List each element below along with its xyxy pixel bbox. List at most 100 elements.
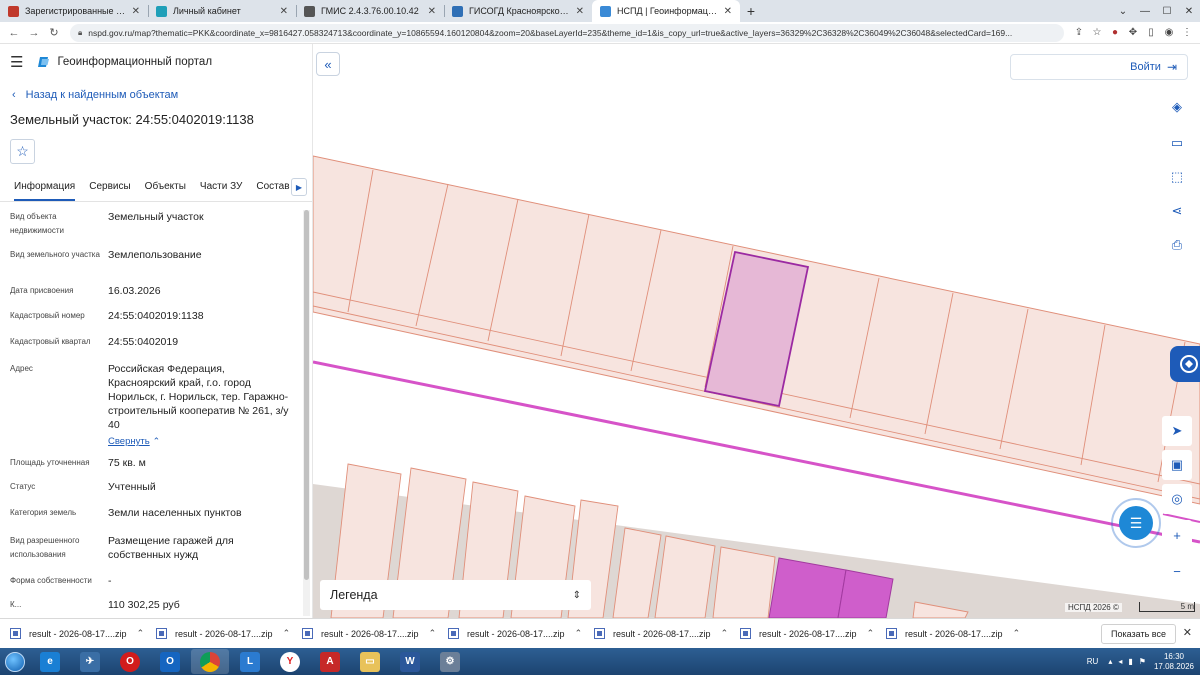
tab-favicon-icon <box>156 5 167 17</box>
zip-file-icon <box>448 628 459 639</box>
download-item[interactable]: result - 2026-08-17....zip ⌃ <box>584 619 730 649</box>
url-text: nspd.gov.ru/map?thematic=PKK&coordinate_… <box>88 27 1013 38</box>
taskbar-chrome-icon[interactable] <box>191 649 229 674</box>
language-indicator[interactable]: RU <box>1087 657 1099 666</box>
chat-button[interactable]: ☰ <box>1119 506 1153 540</box>
flag-icon[interactable]: ⚑ <box>1139 657 1146 666</box>
map-view[interactable]: « Войти ⇥ ◈ ▭ ⬚ ⋖ ⎙ ➤ ▣ ◎ + − ☰ Легенда … <box>313 44 1200 618</box>
taskbar-app-icon[interactable]: ✈ <box>71 649 109 674</box>
zoom-in-button[interactable]: + <box>1162 520 1192 550</box>
download-item[interactable]: result - 2026-08-17....zip ⌃ <box>0 619 146 649</box>
taskbar-ie-icon[interactable]: e <box>31 649 69 674</box>
tray-arrow-icon[interactable]: ▴ <box>1108 657 1112 666</box>
panel-tab[interactable]: Объекты <box>145 176 186 201</box>
taskbar-word-icon[interactable]: W <box>391 649 429 674</box>
select-area-icon[interactable]: ⬚ <box>1162 162 1192 192</box>
puzzle-icon[interactable]: ✥ <box>1124 27 1142 38</box>
chevron-up-icon[interactable]: ⌃ <box>137 628 145 639</box>
browser-tab[interactable]: Личный кабинет ✕ <box>148 0 296 22</box>
taskbar-yandex-icon[interactable]: Y <box>271 649 309 674</box>
browser-tab[interactable]: Зарегистрированные сегодня ✕ <box>0 0 148 22</box>
share-icon[interactable]: ⇪ <box>1070 27 1088 38</box>
panel-tab[interactable]: Состав <box>256 176 289 201</box>
tab-search-icon[interactable]: ⌄ <box>1112 6 1134 17</box>
layers-icon[interactable]: ◈ <box>1162 92 1192 122</box>
taskbar-tool-icon[interactable]: ⚙ <box>431 649 469 674</box>
tab-close-icon[interactable]: ✕ <box>280 6 288 17</box>
taskbar-outlook-icon[interactable]: O <box>151 649 189 674</box>
tab-close-icon[interactable]: ✕ <box>132 6 140 17</box>
browser-tab[interactable]: НСПД | Геоинформационный п ✕ <box>592 0 740 22</box>
tab-favicon-icon <box>600 5 611 17</box>
menu-dots-icon[interactable]: ⋮ <box>1178 27 1196 38</box>
share-link-icon[interactable]: ⋖ <box>1162 196 1192 226</box>
legend-dropdown[interactable]: Легенда ⇕ <box>320 580 591 610</box>
clock[interactable]: 16:30 17.08.2026 <box>1154 652 1194 672</box>
property-value: Земельный участок <box>108 211 204 223</box>
property-key: Вид земельного участка <box>10 250 100 259</box>
close-window-button[interactable]: ✕ <box>1178 6 1200 17</box>
network-icon[interactable]: ▮ <box>1128 657 1132 666</box>
assistant-tab[interactable] <box>1170 346 1200 382</box>
bookmark-star-icon[interactable]: ☆ <box>1088 27 1106 38</box>
back-nav-button[interactable]: ← <box>4 27 24 39</box>
chevron-left-icon: ‹ <box>12 89 16 101</box>
download-item[interactable]: result - 2026-08-17....zip ⌃ <box>146 619 292 649</box>
basemap-icon[interactable]: ▣ <box>1162 450 1192 480</box>
property-key: Кадастровый квартал <box>10 337 91 346</box>
panel-scrollbar[interactable] <box>303 210 310 616</box>
minimize-button[interactable]: — <box>1134 6 1156 17</box>
collapse-panel-button[interactable]: « <box>316 52 340 76</box>
volume-icon[interactable]: ◂ <box>1118 657 1122 666</box>
profile-icon[interactable]: ◉ <box>1160 27 1178 38</box>
show-all-downloads-button[interactable]: Показать все <box>1101 624 1176 644</box>
extension-icon[interactable]: ● <box>1106 27 1124 38</box>
chevron-up-icon[interactable]: ⌃ <box>575 628 583 639</box>
ruler-icon[interactable]: ▭ <box>1162 128 1192 158</box>
login-button[interactable]: Войти ⇥ <box>1010 54 1188 80</box>
panel-tab[interactable]: Информация <box>14 176 76 201</box>
chevron-up-icon[interactable]: ⌃ <box>721 628 729 639</box>
download-item[interactable]: result - 2026-08-17....zip ⌃ <box>730 619 876 649</box>
browser-tab[interactable]: ГИСОГД Красноярского края ✕ <box>444 0 592 22</box>
favorite-star-button[interactable]: ☆ <box>10 139 35 164</box>
taskbar-acrobat-icon[interactable]: A <box>311 649 349 674</box>
taskbar-explorer-icon[interactable]: ▭ <box>351 649 389 674</box>
tab-close-icon[interactable]: ✕ <box>576 6 584 17</box>
download-item[interactable]: result - 2026-08-17....zip ⌃ <box>876 619 1022 649</box>
close-downloads-icon[interactable]: ✕ <box>1183 626 1192 639</box>
forward-nav-button[interactable]: → <box>24 27 44 39</box>
reload-button[interactable]: ↻ <box>44 26 64 39</box>
panel-tab[interactable]: Сервисы <box>89 176 130 201</box>
browser-tab[interactable]: ГМИС 2.4.3.76.00.10.42 ✕ <box>296 0 444 22</box>
panel-tab[interactable]: Части ЗУ <box>200 176 242 201</box>
tabs-scroll-right-button[interactable]: ▶ <box>291 178 307 196</box>
url-field[interactable]: 🔒︎ nspd.gov.ru/map?thematic=PKK&coordina… <box>70 23 1064 42</box>
zoom-out-button[interactable]: − <box>1162 556 1192 586</box>
zip-file-icon <box>886 628 897 639</box>
start-button[interactable] <box>0 648 30 675</box>
chevron-up-icon[interactable]: ⌃ <box>867 628 875 639</box>
maximize-button[interactable]: ☐ <box>1156 6 1178 17</box>
hamburger-menu-icon[interactable]: ☰ <box>10 53 23 71</box>
back-to-results-link[interactable]: ‹ Назад к найденным объектам <box>12 89 312 101</box>
download-item[interactable]: result - 2026-08-17....zip ⌃ <box>438 619 584 649</box>
map-canvas[interactable] <box>313 44 1200 618</box>
download-filename: result - 2026-08-17....zip <box>175 628 273 639</box>
collapse-address-link[interactable]: Свернуть <box>108 436 150 447</box>
print-icon[interactable]: ⎙ <box>1162 230 1192 260</box>
scrollbar-thumb[interactable] <box>304 210 309 580</box>
geolocation-icon[interactable]: ◎ <box>1162 484 1192 514</box>
taskbar-opera-icon[interactable]: O <box>111 649 149 674</box>
tab-close-icon[interactable]: ✕ <box>428 6 436 17</box>
info-panel: ☰ Геоинформационный портал ‹ Назад к най… <box>0 44 313 618</box>
new-tab-button[interactable]: + <box>740 0 762 22</box>
locate-icon[interactable]: ➤ <box>1162 416 1192 446</box>
tab-close-icon[interactable]: ✕ <box>724 6 732 17</box>
chevron-up-icon[interactable]: ⌃ <box>283 628 291 639</box>
taskbar-lync-icon[interactable]: L <box>231 649 269 674</box>
download-item[interactable]: result - 2026-08-17....zip ⌃ <box>292 619 438 649</box>
chevron-up-icon[interactable]: ⌃ <box>1013 628 1021 639</box>
sidepanel-icon[interactable]: ▯ <box>1142 27 1160 38</box>
chevron-up-icon[interactable]: ⌃ <box>429 628 437 639</box>
